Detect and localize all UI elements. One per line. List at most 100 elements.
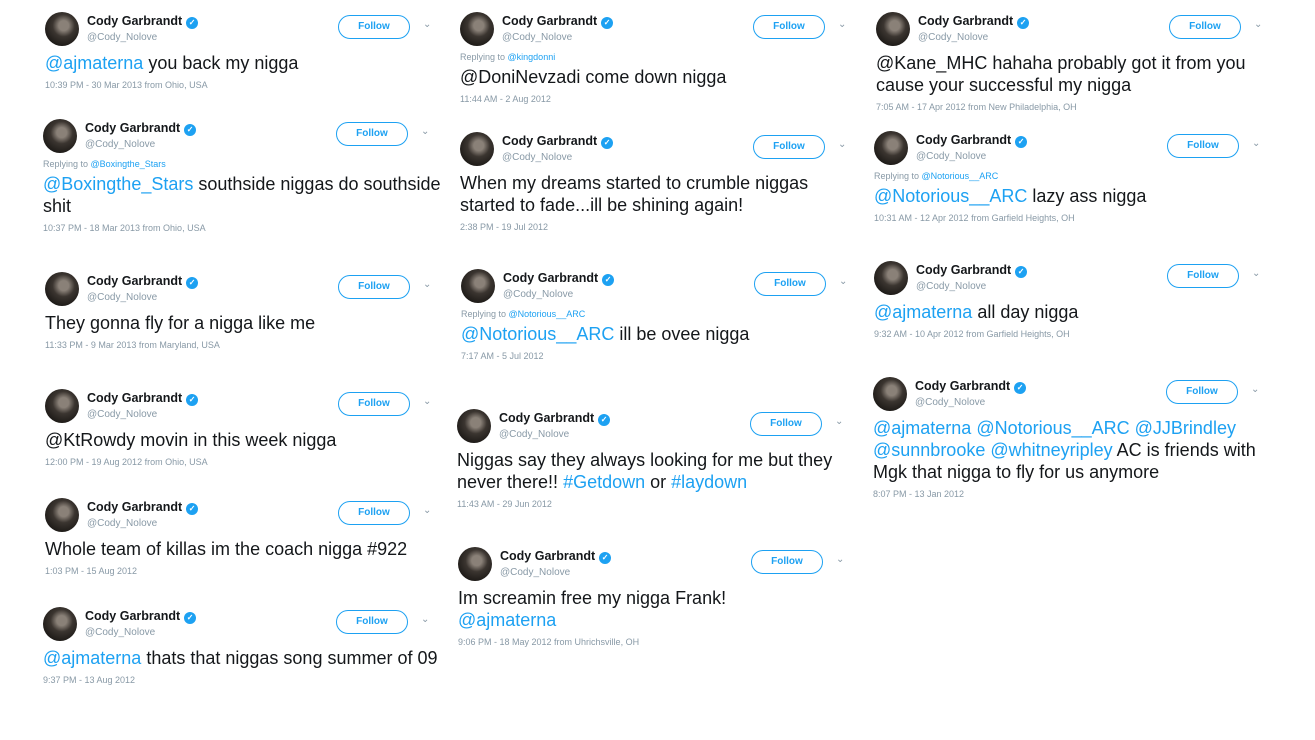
avatar[interactable] — [461, 269, 495, 303]
display-name[interactable]: Cody Garbrandt ✓ — [87, 391, 199, 406]
tweet-timestamp[interactable]: 11:43 AM - 29 Jun 2012 — [457, 499, 857, 509]
user-handle[interactable]: @Cody_Nolove — [500, 567, 570, 578]
avatar[interactable] — [874, 261, 908, 295]
user-handle[interactable]: @Cody_Nolove — [916, 281, 986, 292]
reply-target-link[interactable]: @Notorious__ARC — [509, 309, 586, 319]
tweet-timestamp[interactable]: 2:38 PM - 19 Jul 2012 — [460, 222, 860, 232]
tweet-timestamp[interactable]: 7:17 AM - 5 Jul 2012 — [461, 351, 861, 361]
mention-link[interactable]: @ajmaterna — [43, 648, 141, 668]
reply-target-link[interactable]: @kingdonni — [508, 52, 556, 62]
follow-button[interactable]: Follow — [753, 135, 825, 159]
user-handle[interactable]: @Cody_Nolove — [85, 627, 155, 638]
chevron-down-icon[interactable]: ⌄ — [1252, 138, 1260, 149]
tweet-timestamp[interactable]: 9:06 PM - 18 May 2012 from Uhrichsville,… — [458, 637, 858, 647]
follow-button[interactable]: Follow — [1169, 15, 1241, 39]
reply-target-link[interactable]: @Boxingthe_Stars — [91, 159, 166, 169]
tweet-timestamp[interactable]: 1:03 PM - 15 Aug 2012 — [45, 566, 445, 576]
tweet-timestamp[interactable]: 12:00 PM - 19 Aug 2012 from Ohio, USA — [45, 457, 445, 467]
follow-button[interactable]: Follow — [1167, 264, 1239, 288]
user-handle[interactable]: @Cody_Nolove — [502, 152, 572, 163]
follow-button[interactable]: Follow — [753, 15, 825, 39]
avatar[interactable] — [43, 607, 77, 641]
user-handle[interactable]: @Cody_Nolove — [916, 151, 986, 162]
tweet-timestamp[interactable]: 10:31 AM - 12 Apr 2012 from Garfield Hei… — [874, 213, 1274, 223]
display-name[interactable]: Cody Garbrandt ✓ — [503, 271, 615, 286]
user-handle[interactable]: @Cody_Nolove — [87, 409, 157, 420]
display-name[interactable]: Cody Garbrandt ✓ — [87, 14, 199, 29]
avatar[interactable] — [873, 377, 907, 411]
hashtag-link[interactable]: #laydown — [671, 472, 747, 492]
mention-link[interactable]: @ajmaterna — [458, 610, 556, 630]
user-handle[interactable]: @Cody_Nolove — [87, 32, 157, 43]
display-name[interactable]: Cody Garbrandt ✓ — [500, 549, 612, 564]
display-name[interactable]: Cody Garbrandt ✓ — [502, 134, 614, 149]
hashtag-link[interactable]: #Getdown — [563, 472, 645, 492]
tweet-timestamp[interactable]: 9:37 PM - 13 Aug 2012 — [43, 675, 443, 685]
tweet-timestamp[interactable]: 9:32 AM - 10 Apr 2012 from Garfield Heig… — [874, 329, 1274, 339]
follow-button[interactable]: Follow — [338, 501, 410, 525]
display-name[interactable]: Cody Garbrandt ✓ — [915, 379, 1027, 394]
mention-link[interactable]: @Boxingthe_Stars — [43, 174, 193, 194]
mention-link[interactable]: @Notorious__ARC — [461, 324, 614, 344]
follow-button[interactable]: Follow — [1167, 134, 1239, 158]
chevron-down-icon[interactable]: ⌄ — [836, 554, 844, 565]
avatar[interactable] — [457, 409, 491, 443]
user-handle[interactable]: @Cody_Nolove — [503, 289, 573, 300]
follow-button[interactable]: Follow — [336, 122, 408, 146]
mention-link[interactable]: @Notorious__ARC — [874, 186, 1027, 206]
chevron-down-icon[interactable]: ⌄ — [835, 416, 843, 427]
display-name[interactable]: Cody Garbrandt ✓ — [918, 14, 1030, 29]
avatar[interactable] — [460, 132, 494, 166]
user-handle[interactable]: @Cody_Nolove — [87, 292, 157, 303]
avatar[interactable] — [876, 12, 910, 46]
chevron-down-icon[interactable]: ⌄ — [839, 276, 847, 287]
follow-button[interactable]: Follow — [1166, 380, 1238, 404]
chevron-down-icon[interactable]: ⌄ — [421, 126, 429, 137]
display-name[interactable]: Cody Garbrandt ✓ — [87, 500, 199, 515]
avatar[interactable] — [45, 498, 79, 532]
chevron-down-icon[interactable]: ⌄ — [1252, 268, 1260, 279]
avatar[interactable] — [874, 131, 908, 165]
chevron-down-icon[interactable]: ⌄ — [838, 139, 846, 150]
chevron-down-icon[interactable]: ⌄ — [838, 19, 846, 30]
chevron-down-icon[interactable]: ⌄ — [421, 614, 429, 625]
follow-button[interactable]: Follow — [336, 610, 408, 634]
display-name[interactable]: Cody Garbrandt ✓ — [916, 263, 1028, 278]
avatar[interactable] — [45, 272, 79, 306]
user-handle[interactable]: @Cody_Nolove — [502, 32, 572, 43]
display-name[interactable]: Cody Garbrandt ✓ — [87, 274, 199, 289]
tweet-timestamp[interactable]: 8:07 PM - 13 Jan 2012 — [873, 489, 1273, 499]
follow-button[interactable]: Follow — [750, 412, 822, 436]
follow-button[interactable]: Follow — [338, 15, 410, 39]
follow-button[interactable]: Follow — [338, 392, 410, 416]
follow-button[interactable]: Follow — [338, 275, 410, 299]
user-handle[interactable]: @Cody_Nolove — [87, 518, 157, 529]
user-handle[interactable]: @Cody_Nolove — [85, 139, 155, 150]
reply-target-link[interactable]: @Notorious__ARC — [922, 171, 999, 181]
user-handle[interactable]: @Cody_Nolove — [915, 397, 985, 408]
chevron-down-icon[interactable]: ⌄ — [423, 19, 431, 30]
avatar[interactable] — [460, 12, 494, 46]
chevron-down-icon[interactable]: ⌄ — [1254, 19, 1262, 30]
tweet-timestamp[interactable]: 10:37 PM - 18 Mar 2013 from Ohio, USA — [43, 223, 443, 233]
avatar[interactable] — [43, 119, 77, 153]
user-handle[interactable]: @Cody_Nolove — [918, 32, 988, 43]
mention-link[interactable]: @ajmaterna — [874, 302, 972, 322]
display-name[interactable]: Cody Garbrandt ✓ — [916, 133, 1028, 148]
display-name[interactable]: Cody Garbrandt ✓ — [85, 609, 197, 624]
display-name[interactable]: Cody Garbrandt ✓ — [502, 14, 614, 29]
follow-button[interactable]: Follow — [754, 272, 826, 296]
avatar[interactable] — [458, 547, 492, 581]
avatar[interactable] — [45, 12, 79, 46]
avatar[interactable] — [45, 389, 79, 423]
chevron-down-icon[interactable]: ⌄ — [423, 279, 431, 290]
user-handle[interactable]: @Cody_Nolove — [499, 429, 569, 440]
chevron-down-icon[interactable]: ⌄ — [423, 396, 431, 407]
tweet-timestamp[interactable]: 11:44 AM - 2 Aug 2012 — [460, 94, 860, 104]
mention-link[interactable]: @ajmaterna — [45, 53, 143, 73]
tweet-timestamp[interactable]: 7:05 AM - 17 Apr 2012 from New Philadelp… — [876, 102, 1276, 112]
tweet-timestamp[interactable]: 11:33 PM - 9 Mar 2013 from Maryland, USA — [45, 340, 445, 350]
follow-button[interactable]: Follow — [751, 550, 823, 574]
display-name[interactable]: Cody Garbrandt ✓ — [499, 411, 611, 426]
tweet-timestamp[interactable]: 10:39 PM - 30 Mar 2013 from Ohio, USA — [45, 80, 445, 90]
